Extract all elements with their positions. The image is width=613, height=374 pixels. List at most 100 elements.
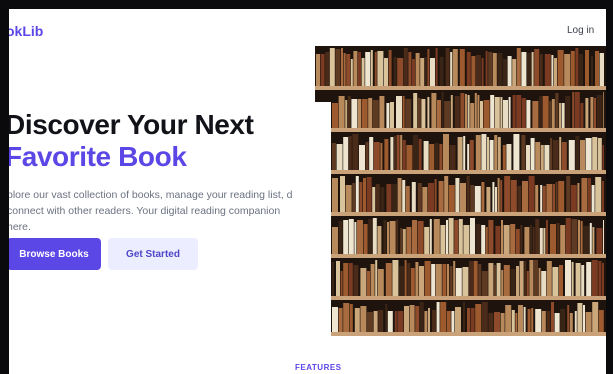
book-spine xyxy=(506,144,512,170)
book-spine xyxy=(510,224,516,254)
book-spine xyxy=(591,185,595,212)
book-spine xyxy=(360,268,367,296)
book-spine xyxy=(546,311,551,332)
book-spine xyxy=(438,181,444,212)
book-spine xyxy=(383,220,387,254)
book-spine xyxy=(396,220,399,254)
book-spine xyxy=(569,313,573,332)
book-spine xyxy=(359,182,363,212)
book-spine xyxy=(399,266,404,296)
login-link[interactable]: Log in xyxy=(567,25,594,36)
book-spine xyxy=(507,56,512,86)
book-spine xyxy=(336,144,343,170)
book-spine xyxy=(385,263,392,296)
book-spine xyxy=(590,97,594,128)
book-spine xyxy=(316,54,320,86)
book-spine xyxy=(526,100,531,128)
book-spine xyxy=(393,57,397,86)
book-spine xyxy=(481,182,485,212)
book-spine xyxy=(332,307,338,332)
book-spine xyxy=(542,96,549,128)
book-spine xyxy=(415,53,420,86)
book-spine xyxy=(580,103,584,128)
book-spine xyxy=(546,261,552,296)
book-spine xyxy=(340,271,343,296)
book-spine xyxy=(465,94,467,128)
book-spine xyxy=(320,54,325,86)
book-spine xyxy=(402,180,406,212)
book-spine xyxy=(370,50,373,86)
book-spine xyxy=(502,145,506,170)
book-spine xyxy=(415,262,419,296)
book-spine xyxy=(459,49,465,86)
book-spine xyxy=(397,58,404,86)
browse-books-button[interactable]: Browse Books xyxy=(9,238,101,270)
book-spine xyxy=(352,183,356,212)
book-spine xyxy=(370,264,375,296)
book-spine xyxy=(565,218,571,254)
book-spine xyxy=(439,57,444,86)
book-spine xyxy=(400,135,403,170)
book-spine xyxy=(521,52,527,86)
book-spine xyxy=(363,224,368,254)
book-spine xyxy=(435,48,438,86)
book-spine xyxy=(338,96,345,128)
book-spine xyxy=(500,180,503,212)
book-spine xyxy=(550,224,556,254)
book-spine xyxy=(561,142,567,170)
book-spine xyxy=(446,311,451,332)
book-spine xyxy=(532,227,535,254)
book-spine xyxy=(332,103,338,128)
book-spine xyxy=(422,187,428,212)
book-spine xyxy=(475,304,482,332)
book-spine xyxy=(568,140,575,170)
book-spine xyxy=(558,181,565,212)
book-spine xyxy=(570,185,577,212)
book-spine xyxy=(406,145,413,170)
book-spine xyxy=(454,96,460,128)
book-spine xyxy=(469,140,474,170)
book-spine xyxy=(529,260,534,296)
book-spine xyxy=(377,226,382,254)
book-spine xyxy=(541,271,547,296)
book-spine xyxy=(405,99,412,128)
hero-title: Discover Your Next Favorite Book xyxy=(9,109,254,173)
book-spine xyxy=(543,228,546,254)
book-spine xyxy=(575,48,579,86)
book-spine xyxy=(596,95,603,128)
get-started-button[interactable]: Get Started xyxy=(108,238,198,270)
book-spine xyxy=(470,218,475,254)
book-spine xyxy=(359,145,365,170)
book-spine xyxy=(539,228,543,254)
book-spine xyxy=(554,313,560,332)
book-spine xyxy=(497,53,503,86)
book-spine xyxy=(428,308,430,332)
book-spine xyxy=(366,177,372,212)
book-spine xyxy=(434,143,439,170)
book-spine xyxy=(417,98,421,128)
page: okLib Log in R Discover Your Next Favori… xyxy=(9,9,606,374)
book-spine xyxy=(433,219,440,254)
book-spine xyxy=(350,59,353,86)
book-spine xyxy=(397,178,402,212)
book-spine xyxy=(455,307,461,332)
book-spine xyxy=(585,50,589,86)
book-spine xyxy=(511,310,515,332)
book-spine xyxy=(503,225,510,254)
top-nav: Log in R xyxy=(567,25,606,36)
book-spine xyxy=(475,224,481,254)
book-spine xyxy=(404,306,409,332)
book-spine xyxy=(336,261,340,296)
book-spine xyxy=(488,52,493,86)
book-spine xyxy=(455,178,460,212)
book-spine xyxy=(596,228,603,254)
book-spine xyxy=(552,267,559,296)
book-spine xyxy=(353,51,358,86)
brand-logo[interactable]: okLib xyxy=(9,23,43,39)
book-spine xyxy=(404,260,407,296)
book-spine xyxy=(492,53,497,86)
book-spine xyxy=(430,58,435,86)
book-spine xyxy=(552,140,559,170)
book-spine xyxy=(384,58,388,86)
book-spine xyxy=(534,49,540,86)
